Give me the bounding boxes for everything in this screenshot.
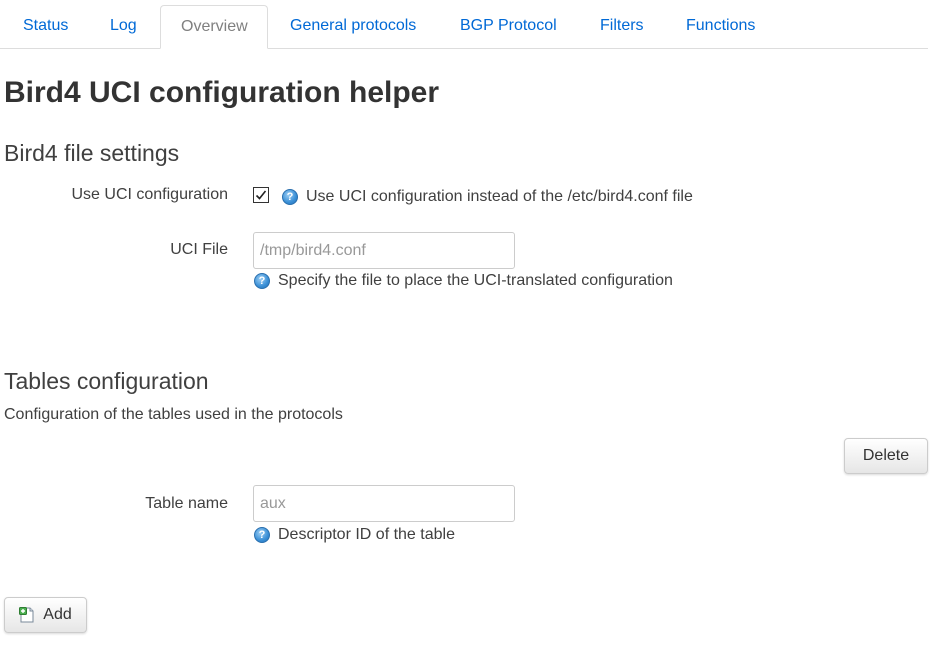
use-uci-help-text: Use UCI configuration instead of the /et… (306, 188, 693, 205)
page-title: Bird4 UCI configuration helper (4, 76, 440, 109)
uci-file-help: ? Specify the file to place the UCI-tran… (254, 272, 673, 290)
tab-general-protocols[interactable]: General protocols (270, 5, 436, 48)
uci-file-help-text: Specify the file to place the UCI-transl… (278, 272, 673, 289)
add-icon (19, 607, 35, 623)
tab-filters[interactable]: Filters (580, 5, 664, 48)
use-uci-help: ? Use UCI configuration instead of the /… (282, 188, 693, 206)
tab-bgp-protocol[interactable]: BGP Protocol (440, 5, 577, 48)
use-uci-label: Use UCI configuration (71, 186, 228, 203)
table-name-help: ? Descriptor ID of the table (254, 526, 455, 544)
table-name-input[interactable] (253, 485, 515, 522)
tab-log[interactable]: Log (90, 5, 157, 48)
table-name-help-text: Descriptor ID of the table (278, 526, 455, 543)
tab-bar: Status Log Overview General protocols BG… (0, 0, 928, 49)
delete-button[interactable]: Delete (844, 438, 928, 474)
use-uci-checkbox[interactable] (253, 187, 269, 203)
uci-file-label: UCI File (170, 241, 228, 258)
add-button-label: Add (43, 606, 72, 623)
tab-status[interactable]: Status (3, 5, 88, 48)
tab-overview[interactable]: Overview (160, 5, 268, 49)
help-icon: ? (254, 273, 270, 289)
tables-heading: Tables configuration (4, 368, 209, 394)
add-button[interactable]: Add (4, 597, 87, 633)
tab-functions[interactable]: Functions (666, 5, 775, 48)
tables-description: Configuration of the tables used in the … (4, 406, 343, 423)
table-name-label: Table name (145, 495, 228, 512)
help-icon: ? (282, 189, 298, 205)
uci-file-input[interactable] (253, 232, 515, 269)
checkmark-icon (255, 190, 267, 200)
help-icon: ? (254, 527, 270, 543)
file-settings-heading: Bird4 file settings (4, 140, 180, 166)
